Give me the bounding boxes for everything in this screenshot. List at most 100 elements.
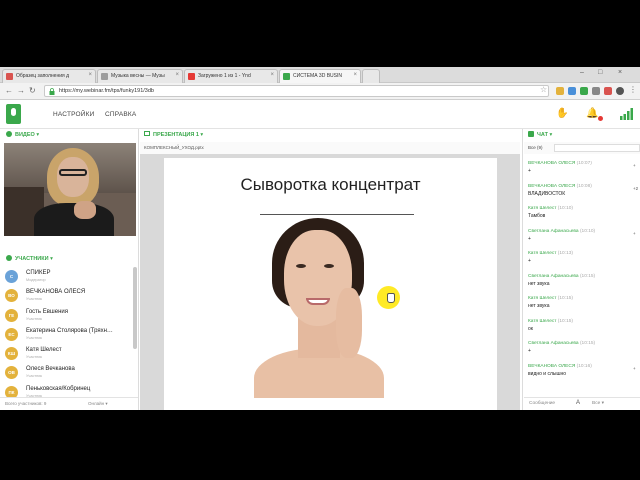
extension-icon[interactable] (604, 87, 612, 95)
message-time: (10:10) (557, 206, 573, 211)
participants-scrollbar[interactable] (133, 267, 137, 349)
new-tab-button[interactable] (362, 69, 380, 83)
extension-icon[interactable] (568, 87, 576, 95)
browser-tab-1[interactable]: Образец заполнения д × (2, 69, 96, 83)
participant-row[interactable]: ВО ВЕЧКАНОВА ОЛЕСЯ Участник (0, 286, 138, 305)
participants-footer: Всего участников: 9 Онлайн ▾ (0, 397, 138, 410)
participant-row[interactable]: КШ Катя Шелест Участник (0, 344, 138, 363)
message-author[interactable]: Светлана Афанасьева (528, 274, 579, 279)
video-feed[interactable] (4, 143, 136, 236)
right-divider (522, 129, 523, 410)
bell-icon[interactable]: 🔔 (586, 108, 598, 119)
side-mark: + (633, 365, 636, 371)
participant-row[interactable]: ОВ Олеся Вечканова Участник (0, 363, 138, 382)
webinar-icon (283, 73, 290, 80)
chat-message: Светлана Афанасьева (10:15) + (528, 341, 640, 364)
chat-message: Катя Шелест (10:15) нет звука (528, 296, 640, 319)
model-photo (254, 218, 384, 398)
presentation-file[interactable]: КОМПЛЕКСНЫЙ_УХОД.pptx (144, 145, 204, 150)
chat-search-input[interactable] (554, 144, 640, 152)
chat-message: ВЕЧКАНОВА ОЛЕСЯ (10:16) видно и слышно (528, 364, 640, 387)
video-panel-header[interactable]: ВИДЕО ▾ (6, 129, 136, 140)
video-panel-title: ВИДЕО (15, 132, 35, 138)
message-time: (10:15) (579, 273, 596, 279)
menu-settings[interactable]: НАСТРОЙКИ (53, 111, 95, 118)
message-time: (10:15) (557, 318, 573, 324)
chat-panel-title: ЧАТ (537, 132, 548, 138)
left-divider (138, 129, 139, 410)
message-time: (10:08) (576, 183, 592, 189)
menu-icon[interactable]: ⋮ (629, 85, 637, 94)
profile-icon[interactable] (616, 87, 624, 95)
reload-icon[interactable]: ↻ (29, 86, 36, 95)
participant-role: Участник (26, 355, 43, 360)
lock-icon (49, 88, 55, 95)
extension-icon[interactable] (580, 87, 588, 95)
browser-tab-bar: Образец заполнения д × Музыка весны — Му… (0, 67, 640, 83)
video-icon (188, 73, 195, 80)
url-input[interactable]: https://my.webinar.fm/tps/funky191/3db (44, 85, 549, 97)
slide[interactable]: Сыворотка концентрат (164, 158, 497, 410)
participant-name: СПИКЕР (26, 270, 51, 276)
music-icon (101, 73, 108, 80)
participant-row[interactable]: ГЕ Гость Евшения Участник (0, 306, 138, 325)
presentation-panel-header[interactable]: ПРЕЗЕНТАЦИЯ 1 ▾ (144, 129, 344, 140)
presentation-toolbar: КОМПЛЕКСНЫЙ_УХОД.pptx (140, 142, 520, 154)
side-mark (633, 276, 640, 299)
message-author[interactable]: Светлана Афанасьева (528, 341, 579, 346)
back-icon[interactable]: ← (5, 86, 13, 95)
close-icon[interactable]: × (88, 72, 92, 78)
chat-message-input[interactable]: Сообщение (529, 401, 555, 406)
message-author[interactable]: Катя Шелест (528, 251, 556, 256)
menu-help[interactable]: СПРАВКА (105, 111, 136, 118)
chat-message: Катя Шелест (10:10) Тамбов (528, 206, 640, 229)
avatar: ВО (5, 289, 18, 303)
webinar-logo-icon[interactable] (6, 104, 21, 124)
chat-side-marks: + +2 + + (633, 163, 640, 388)
participant-name: ВЕЧКАНОВА ОЛЕСЯ (26, 289, 86, 296)
hand-raise-icon[interactable]: ✋ (556, 108, 568, 119)
message-author[interactable]: ВЕЧКАНОВА ОЛЕСЯ (528, 364, 575, 369)
participant-role: Участник (26, 316, 43, 321)
chat-recipient-select[interactable]: Все ▾ (592, 401, 604, 406)
forward-icon[interactable]: → (17, 86, 25, 95)
message-author[interactable]: Катя Шелест (528, 206, 556, 211)
url-text: https://my.webinar.fm/tps/funky191/3db (59, 88, 154, 94)
minimize-icon[interactable]: – (580, 69, 584, 76)
chat-recipient-value: Все (592, 401, 601, 406)
participant-row[interactable]: С СПИКЕР Модератор (0, 267, 138, 286)
extension-icon[interactable] (556, 87, 564, 95)
message-author[interactable]: Катя Шелест (528, 319, 556, 324)
participant-row[interactable]: ПК Пеньковская/Кобринец Участник (0, 383, 138, 397)
user-icon (6, 255, 12, 261)
browser-tab-4[interactable]: СИСТЕМА 3D BUSIN × (279, 69, 361, 83)
participants-panel-title: УЧАСТНИКИ (15, 256, 49, 262)
participant-role: Модератор (26, 278, 46, 282)
avatar: С (5, 270, 18, 283)
message-author[interactable]: Катя Шелест (528, 296, 556, 301)
text-format-icon[interactable]: A (576, 400, 580, 406)
status-select[interactable]: Онлайн ▾ (88, 401, 108, 407)
message-time: (10:15) (557, 296, 573, 301)
side-mark (633, 298, 640, 321)
close-icon[interactable]: × (353, 72, 357, 78)
tab-label: Музыка весны — Музы (111, 73, 165, 79)
chat-filter-count: (9) (537, 145, 543, 150)
close-icon[interactable]: × (270, 72, 274, 78)
browser-tab-2[interactable]: Музыка весны — Музы × (97, 69, 183, 83)
close-window-icon[interactable]: × (618, 69, 622, 76)
chat-filter[interactable]: Все (9) (528, 145, 543, 150)
message-author[interactable]: ВЕЧКАНОВА ОЛЕСЯ (528, 161, 575, 166)
chat-message: Катя Шелест (10:13) + (528, 251, 640, 274)
maximize-icon[interactable]: □ (598, 69, 602, 76)
participant-row[interactable]: ЕС Екатерина Столярова (Тряхн… Участник (0, 325, 138, 344)
avatar: ЕС (5, 327, 18, 341)
participants-panel-header[interactable]: УЧАСТНИКИ ▾ (6, 253, 136, 264)
message-author[interactable]: Светлана Афанасьева (528, 229, 579, 234)
extension-icon[interactable] (592, 87, 600, 95)
browser-tab-3[interactable]: Загружено 1 из 1 - Ynd × (184, 69, 278, 83)
star-icon[interactable]: ☆ (540, 85, 547, 94)
message-author[interactable]: ВЕЧКАНОВА ОЛЕСЯ (528, 184, 575, 189)
chat-panel-header[interactable]: ЧАТ ▾ (528, 129, 628, 140)
close-icon[interactable]: × (175, 72, 179, 78)
